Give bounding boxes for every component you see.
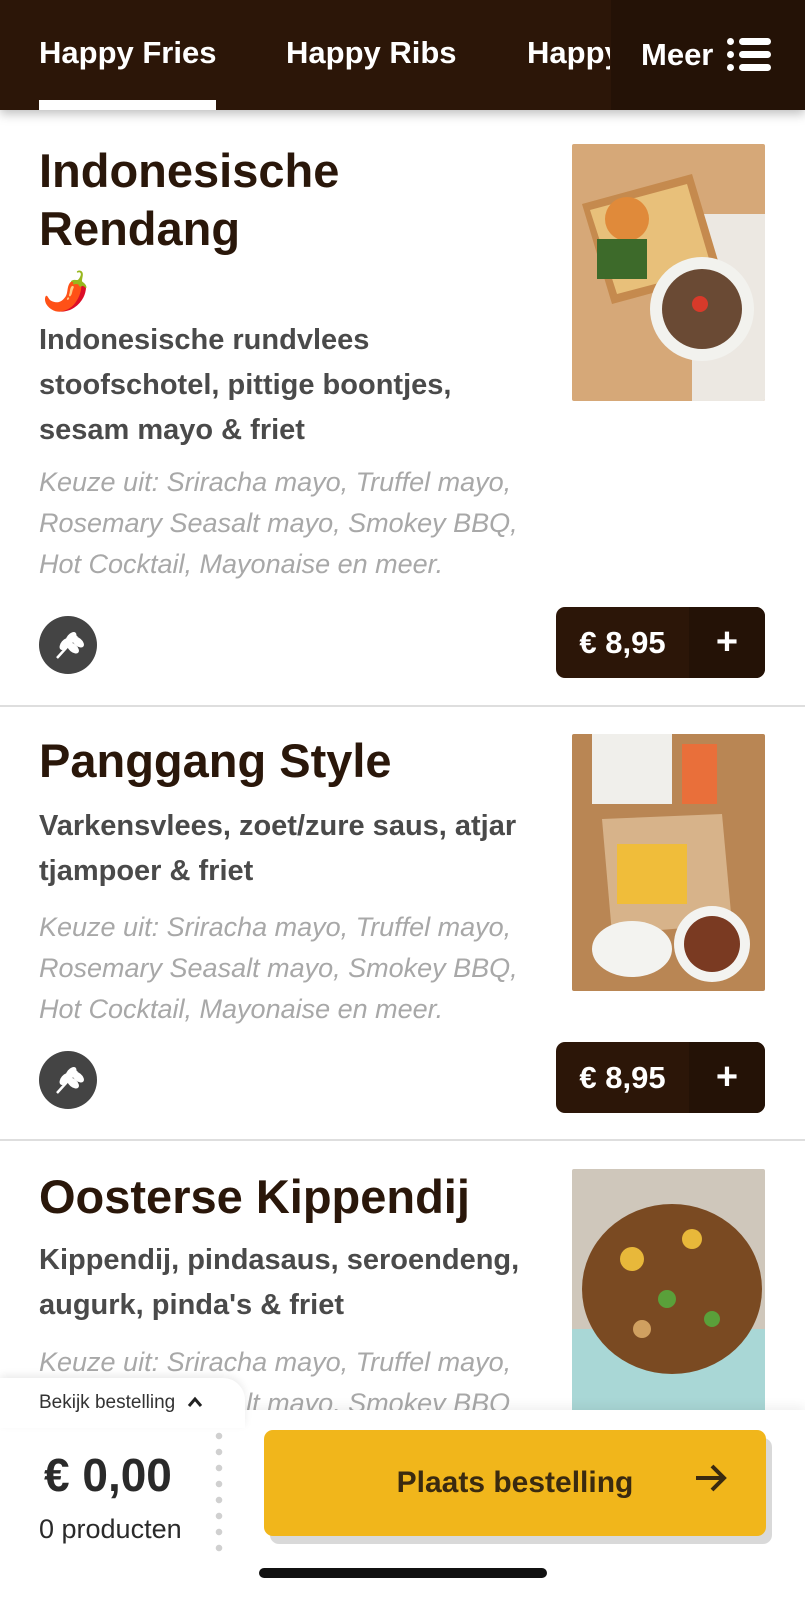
item-choice-text: Keuze uit: Sriracha mayo, Truffel mayo, … bbox=[39, 912, 518, 1024]
chevron-up-icon bbox=[187, 1392, 203, 1414]
tab-happy-fries[interactable]: Happy Fries bbox=[39, 0, 217, 110]
item-description: Indonesische rundvlees stoofschotel, pit… bbox=[39, 324, 452, 446]
item-title: Panggang Style bbox=[39, 734, 392, 787]
divider bbox=[0, 705, 805, 707]
list-icon bbox=[727, 38, 772, 72]
add-to-cart-button[interactable]: € 8,95 + bbox=[556, 607, 765, 678]
item-title: Indonesische Rendang bbox=[39, 144, 340, 255]
gluten-wheat-icon[interactable] bbox=[39, 616, 97, 674]
order-total: € 0,00 bbox=[44, 1449, 172, 1501]
divider bbox=[0, 1139, 805, 1141]
place-order-label: Plaats bestelling bbox=[396, 1466, 634, 1499]
place-order-button[interactable]: Plaats bestelling bbox=[264, 1430, 766, 1536]
gluten-wheat-icon[interactable] bbox=[39, 1051, 97, 1109]
more-menu-button[interactable]: Meer bbox=[611, 0, 805, 110]
item-description: Kippendij, pindasaus, seroendeng, augurk… bbox=[39, 1244, 520, 1321]
tab-happy-partial[interactable]: Happy bbox=[527, 0, 610, 110]
add-to-cart-button[interactable]: € 8,95 + bbox=[556, 1042, 765, 1113]
tab-overflow-clip: Happy bbox=[520, 0, 610, 110]
arrow-right-icon bbox=[694, 1463, 728, 1501]
plus-icon: + bbox=[689, 1042, 765, 1113]
dotted-separator bbox=[215, 1428, 223, 1553]
top-navigation: Happy Fries Happy Ribs Happy Meer bbox=[0, 0, 805, 110]
tab-happy-ribs[interactable]: Happy Ribs bbox=[286, 0, 457, 110]
item-description: Varkensvlees, zoet/zure saus, atjar tjam… bbox=[39, 810, 517, 887]
view-order-label: Bekijk bestelling bbox=[39, 1392, 176, 1413]
item-title: Oosterse Kippendij bbox=[39, 1170, 470, 1223]
view-order-toggle[interactable]: Bekijk bestelling bbox=[0, 1378, 245, 1428]
item-photo[interactable] bbox=[572, 144, 765, 401]
chili-pepper-icon: 🌶️ bbox=[42, 271, 90, 313]
item-choice-text: Keuze uit: Sriracha mayo, Truffel mayo, … bbox=[39, 467, 518, 579]
order-count: 0 producten bbox=[39, 1514, 182, 1544]
price-label: € 8,95 bbox=[579, 624, 666, 660]
more-label: Meer bbox=[641, 37, 714, 72]
price-label: € 8,95 bbox=[579, 1059, 666, 1095]
home-indicator bbox=[259, 1568, 547, 1578]
item-photo[interactable] bbox=[572, 1169, 765, 1426]
item-photo[interactable] bbox=[572, 734, 765, 991]
order-bar: € 0,00 0 producten Plaats bestelling bbox=[0, 1410, 805, 1600]
plus-icon: + bbox=[689, 607, 765, 678]
